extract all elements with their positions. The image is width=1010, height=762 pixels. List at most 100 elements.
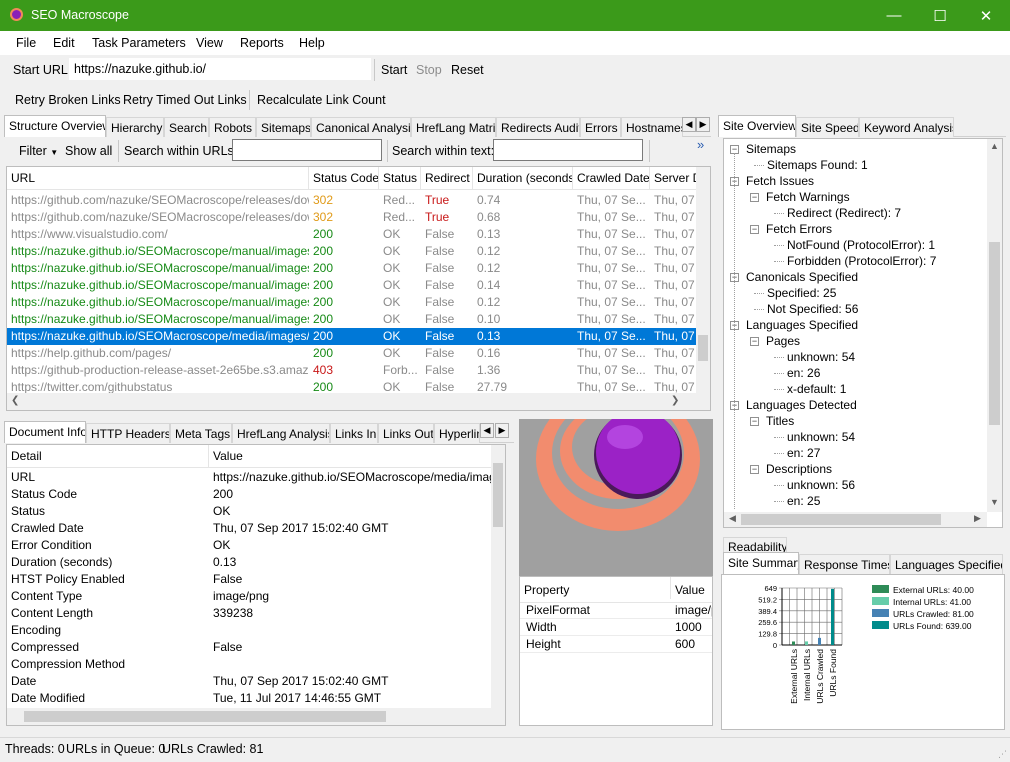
tree-node[interactable]: en: 26 [787,366,820,380]
maximize-button[interactable]: ☐ [917,0,963,31]
tab-site-summary[interactable]: Site Summary [723,552,799,574]
column-status[interactable]: Status [379,167,421,189]
tree-node[interactable]: x-default: 1 [787,382,846,396]
tree-node[interactable]: Fetch Errors [766,222,832,236]
tab-links-out[interactable]: Links Out [378,423,434,443]
detail-row[interactable]: Status Code 200 [7,486,491,503]
tab-response-times[interactable]: Response Times [799,554,890,574]
table-row[interactable]: https://github-production-release-asset-… [7,362,696,379]
filter-dropdown[interactable]: Filter ▼ [19,144,58,158]
start-url-input[interactable] [69,58,371,80]
tab-redirects-audit[interactable]: Redirects Audit [496,117,580,137]
scroll-right-icon[interactable]: ▶ [974,513,981,524]
tree-node[interactable]: unknown: 54 [787,350,855,364]
scroll-left-icon[interactable]: ◀ [729,513,736,524]
tree-node[interactable]: Fetch Warnings [766,190,850,204]
tree-node[interactable]: Canonicals Specified [746,270,858,284]
tree-vertical-scrollbar[interactable]: ▲ ▼ [987,139,1002,512]
tree-node[interactable]: en: 27 [787,446,820,460]
tab-hreflang-analysis[interactable]: HrefLang Analysis [232,423,330,443]
table-row[interactable]: https://github.com/nazuke/SEOMacroscope/… [7,209,696,226]
column-duration[interactable]: Duration (seconds) [473,167,573,189]
detail-row[interactable]: URL https://nazuke.github.io/SEOMacroscop… [7,469,491,486]
tree-node[interactable]: Pages [766,334,800,348]
tree-node[interactable]: Not Specified: 56 [767,302,858,316]
scroll-left-icon[interactable]: ❮ [11,395,19,406]
scroll-right-icon[interactable]: ❯ [671,395,679,406]
search-text-input[interactable] [493,139,643,161]
close-button[interactable]: ✕ [963,0,1009,31]
table-row[interactable]: https://nazuke.github.io/SEOMacroscope/m… [7,277,696,294]
resize-grip-icon[interactable]: ⋰ [998,749,1007,760]
property-row[interactable]: Height 600 [520,636,712,653]
tab-links-in[interactable]: Links In [330,423,378,443]
scroll-down-icon[interactable]: ▼ [990,497,999,507]
detail-row[interactable]: Content Type image/png [7,588,491,605]
column-url[interactable]: URL [7,167,309,189]
detail-row[interactable]: Content Length 339238 [7,605,491,622]
tab-site-overview[interactable]: Site Overview [718,115,796,137]
tab-languages-specified[interactable]: Languages Specified [890,554,1003,574]
table-row[interactable]: https://nazuke.github.io/SEOMacroscope/m… [7,260,696,277]
tree-node[interactable]: Languages Specified [746,318,858,332]
menu-file[interactable]: File [16,36,36,50]
tab-hreflang-matrix[interactable]: HrefLang Matrix [411,117,496,137]
tree-node[interactable]: Titles [766,414,794,428]
column-value[interactable]: Value [671,577,712,599]
tab-http-headers[interactable]: HTTP Headers [86,423,170,443]
tree-node[interactable]: Sitemaps Found: 1 [767,158,868,172]
recalculate-link-count-button[interactable]: Recalculate Link Count [257,93,386,107]
tree-node[interactable]: Redirect (Redirect): 7 [787,206,901,220]
table-row[interactable]: https://nazuke.github.io/SEOMacroscope/m… [7,294,696,311]
tree-expand-toggle[interactable]: − [750,225,759,234]
menu-help[interactable]: Help [299,36,325,50]
tree-node[interactable]: Specified: 25 [767,286,836,300]
url-table-horizontal-scrollbar[interactable]: ❮ ❯ [7,393,710,410]
retry-broken-links-button[interactable]: Retry Broken Links [15,93,121,107]
menu-reports[interactable]: Reports [240,36,284,50]
table-row[interactable]: https://nazuke.github.io/SEOMacroscope/m… [7,328,696,345]
detail-row[interactable]: Error Condition OK [7,537,491,554]
detail-row[interactable]: Duration (seconds) 0.13 [7,554,491,571]
menu-task-parameters[interactable]: Task Parameters [92,36,186,50]
tree-node[interactable]: Forbidden (ProtocolError): 7 [787,254,936,268]
show-all-button[interactable]: Show all [65,144,112,158]
tree-expand-toggle[interactable]: − [750,193,759,202]
chart-bar[interactable] [831,588,834,645]
property-row[interactable]: PixelFormat image/p [520,602,712,619]
detail-row[interactable]: Date Modified Tue, 11 Jul 2017 14:46:55 G… [7,690,491,707]
tree-node[interactable]: Sitemaps [746,142,796,156]
table-row[interactable]: https://www.visualstudio.com/200 OK False 0… [7,226,696,243]
tree-node[interactable]: Fetch Issues [746,174,814,188]
detail-row[interactable]: Crawled Date Thu, 07 Sep 2017 15:02:40 GM… [7,520,491,537]
tab-keyword-analysis[interactable]: Keyword Analysis [859,117,954,137]
tab-scroll-left-button[interactable]: ◀ [480,423,494,438]
column-status-code[interactable]: Status Code [309,167,379,189]
chart-bar[interactable] [805,641,808,645]
tab-meta-tags[interactable]: Meta Tags [170,423,232,443]
reset-button[interactable]: Reset [451,63,484,77]
stop-button[interactable]: Stop [416,63,442,77]
tab-search[interactable]: Search [164,117,209,137]
retry-timed-out-links-button[interactable]: Retry Timed Out Links [123,93,247,107]
property-row[interactable]: Width 1000 [520,619,712,636]
detail-row[interactable]: HTST Policy Enabled False [7,571,491,588]
tab-scroll-right-button[interactable]: ▶ [495,423,509,438]
minimize-button[interactable]: — [871,0,917,31]
column-property[interactable]: Property [520,577,671,599]
scrollbar-thumb[interactable] [989,242,1000,425]
column-detail[interactable]: Detail [7,445,209,467]
url-table-vertical-scrollbar[interactable] [696,167,710,393]
detail-horizontal-scrollbar[interactable] [7,708,505,725]
tree-horizontal-scrollbar[interactable]: ◀ ▶ [724,512,987,527]
tree-expand-toggle[interactable]: − [750,337,759,346]
tab-scroll-left-button[interactable]: ◀ [682,117,696,132]
detail-row[interactable]: Encoding [7,622,491,639]
tab-sitemaps[interactable]: Sitemaps [256,117,311,137]
tree-expand-toggle[interactable]: − [750,417,759,426]
tree-node[interactable]: unknown: 56 [787,478,855,492]
detail-row[interactable]: Date Thu, 07 Sep 2017 15:02:40 GMT [7,673,491,690]
tree-node[interactable]: NotFound (ProtocolError): 1 [787,238,935,252]
menu-view[interactable]: View [196,36,223,50]
tree-node[interactable]: unknown: 54 [787,430,855,444]
